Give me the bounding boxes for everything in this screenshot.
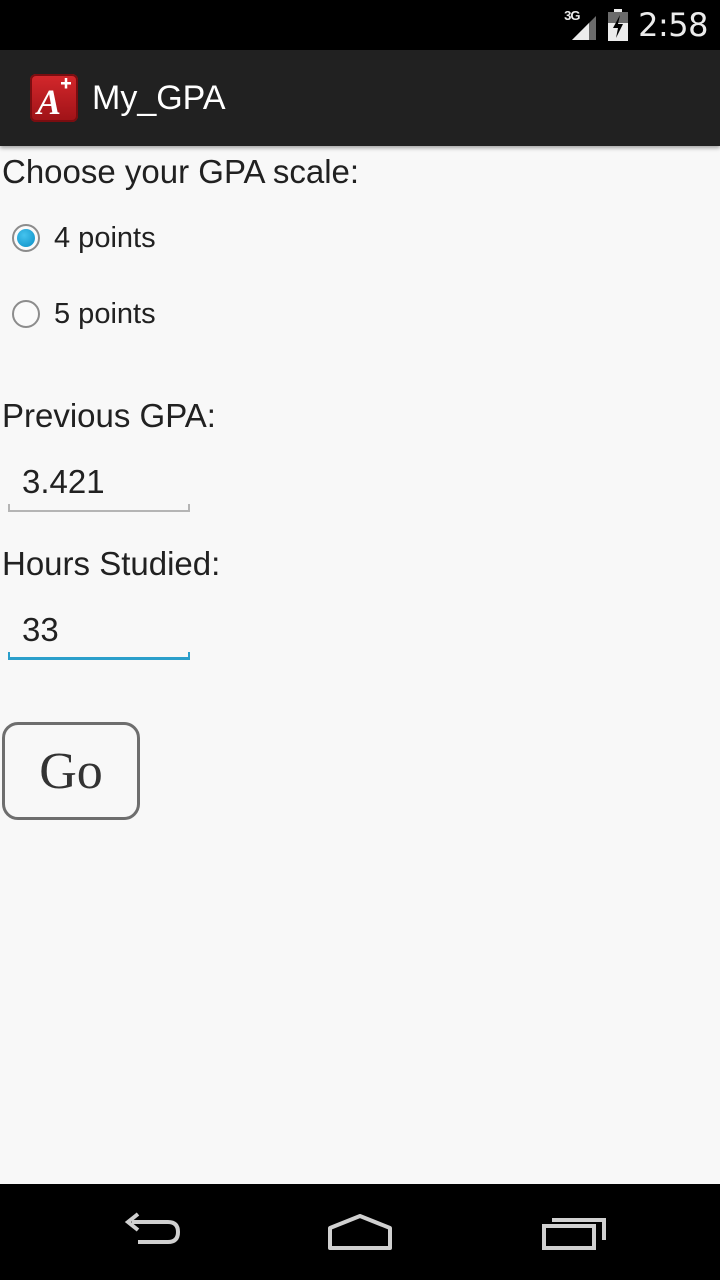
previous-gpa-underline [8,504,190,512]
radio-option-5-points[interactable]: 5 points [12,294,156,334]
recent-apps-button[interactable] [532,1210,612,1254]
app-title: My_GPA [92,79,226,117]
radio-label-4-points: 4 points [54,221,156,254]
status-icons: 3G 2:58 [564,0,708,50]
home-icon [328,1214,392,1250]
svg-text:A: A [35,82,61,122]
radio-button-unchecked[interactable] [12,300,40,328]
hours-studied-underline [8,652,190,660]
hours-studied-value: 33 [22,611,59,648]
signal-icon [572,16,597,40]
gpa-scale-label: Choose your GPA scale: [2,153,360,190]
radio-label-5-points: 5 points [54,297,156,330]
back-icon [124,1212,181,1244]
previous-gpa-input[interactable]: 3.421 [8,458,190,512]
navigation-bar [0,1184,720,1280]
go-button[interactable]: Go [2,722,140,820]
home-button[interactable] [320,1210,400,1254]
action-bar: A My_GPA [0,50,720,146]
previous-gpa-label: Previous GPA: [2,397,216,434]
battery-charging-icon [608,9,629,41]
recent-apps-icon [542,1218,606,1250]
status-bar: 3G 2:58 [0,0,720,50]
back-button[interactable] [110,1210,190,1254]
hours-studied-label: Hours Studied: [2,545,221,582]
a-plus-app-icon: A [30,74,78,122]
hours-studied-input[interactable]: 33 [8,606,190,660]
signal-indicator: 3G [564,8,597,42]
previous-gpa-value: 3.421 [22,463,105,500]
radio-option-4-points[interactable]: 4 points [12,218,156,258]
clock: 2:58 [638,6,708,44]
radio-button-checked[interactable] [12,224,40,252]
screen: 3G 2:58 A My_GPA Choose your GPA scale: … [0,0,720,1280]
